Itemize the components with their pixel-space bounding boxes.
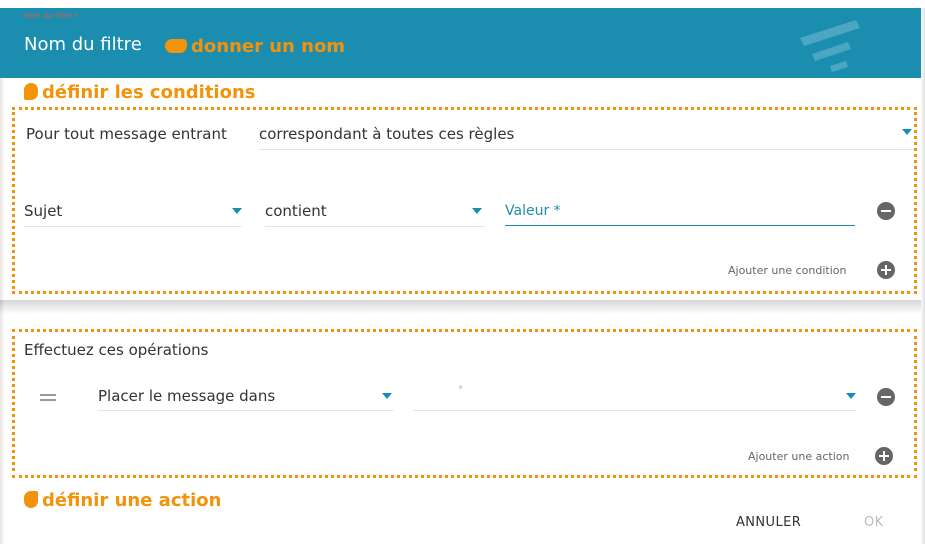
action-target-underline — [413, 410, 856, 411]
plus-icon-vertical — [885, 265, 887, 275]
for-each-label: Pour tout message entrant — [26, 125, 227, 143]
annotation-conditions: définir les conditions — [24, 82, 256, 103]
filter-name-input[interactable]: Nom du filtre — [24, 34, 142, 55]
annotation-name-text: donner un nom — [191, 36, 346, 57]
ok-button[interactable]: OK — [864, 515, 884, 530]
match-select-caret-icon[interactable] — [902, 129, 912, 135]
filter-icon — [800, 20, 860, 72]
rule-value-input[interactable]: Valeur * — [505, 203, 561, 219]
add-condition-link[interactable]: Ajouter une condition — [728, 264, 846, 277]
filter-name-label: Nom du filtre * — [24, 12, 79, 20]
add-action-button[interactable] — [875, 447, 893, 465]
section-divider — [0, 300, 921, 314]
action-select-underline — [98, 410, 394, 411]
rule-field-select[interactable]: Sujet — [24, 202, 62, 220]
action-select[interactable]: Placer le message dans — [98, 387, 275, 405]
cancel-button[interactable]: ANNULER — [736, 515, 801, 530]
annotation-conditions-text: définir les conditions — [42, 82, 256, 103]
dialog-header: Nom du filtre * Nom du filtre — [0, 8, 921, 78]
remove-action-button[interactable] — [877, 388, 895, 406]
add-action-link[interactable]: Ajouter une action — [748, 450, 849, 463]
annotation-action-text: définir une action — [42, 490, 222, 511]
rule-field-caret-icon[interactable] — [232, 208, 242, 214]
action-select-caret-icon[interactable] — [382, 393, 392, 399]
rule-field-underline — [24, 226, 242, 227]
rule-value-underline — [505, 225, 855, 226]
action-target-select[interactable]: * — [458, 384, 463, 395]
annotation-action: définir une action — [24, 490, 221, 511]
dialog-shadow — [0, 8, 4, 544]
plus-icon-vertical — [883, 451, 885, 461]
drag-handle-icon[interactable] — [40, 394, 56, 401]
match-select[interactable]: correspondant à toutes ces règles — [259, 125, 514, 143]
rule-operator-select[interactable]: contient — [265, 202, 327, 220]
match-select-underline — [259, 149, 914, 150]
minus-icon — [881, 210, 891, 212]
action-target-caret-icon[interactable] — [846, 393, 856, 399]
actions-title: Effectuez ces opérations — [24, 341, 209, 359]
annotation-name: donner un nom — [165, 36, 345, 57]
dialog-shadow — [921, 8, 925, 544]
minus-icon — [881, 396, 891, 398]
annotation-marker-icon — [165, 39, 187, 53]
remove-condition-button[interactable] — [877, 202, 895, 220]
rule-operator-underline — [265, 226, 485, 227]
annotation-marker-icon — [24, 83, 38, 100]
annotation-marker-icon — [24, 491, 38, 508]
rule-operator-caret-icon[interactable] — [472, 208, 482, 214]
add-condition-button[interactable] — [877, 261, 895, 279]
